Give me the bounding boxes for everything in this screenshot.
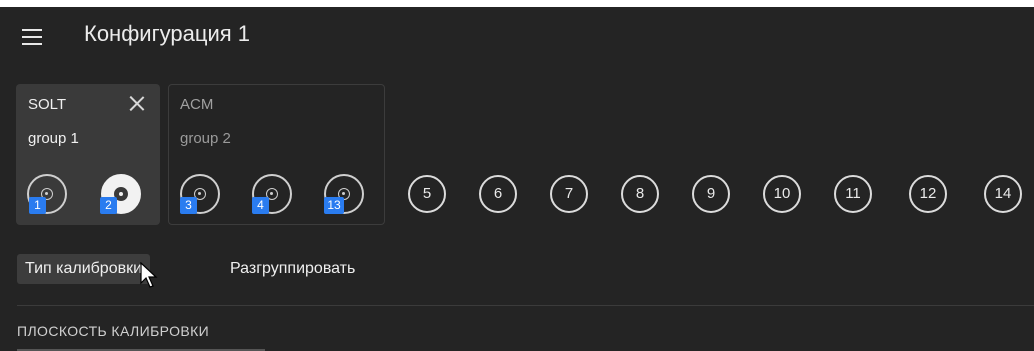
port-badge: 1 (29, 197, 46, 214)
ungroup-button[interactable]: Разгруппировать (222, 254, 363, 284)
group-type-label: ACM (180, 96, 214, 113)
group-type-label: SOLT (28, 96, 67, 113)
page-title: Конфигурация 1 (84, 21, 250, 46)
port-9-button[interactable]: 9 (692, 175, 730, 213)
app-window: Конфигурация 1 SOLT group 1 1 2 ACM grou… (0, 0, 1034, 351)
port-7-button[interactable]: 7 (550, 175, 588, 213)
port-1-button[interactable]: 1 (27, 174, 67, 214)
section-title: ПЛОСКОСТЬ КАЛИБРОВКИ (17, 323, 210, 339)
port-10-button[interactable]: 10 (763, 175, 801, 213)
port-3-button[interactable]: 3 (180, 174, 220, 214)
port-badge: 3 (180, 197, 197, 214)
port-6-button[interactable]: 6 (479, 175, 517, 213)
group-card-solt[interactable]: SOLT group 1 1 2 (16, 84, 160, 225)
mouse-cursor-icon (140, 262, 158, 288)
close-icon[interactable] (129, 95, 145, 111)
group-card-acm[interactable]: ACM group 2 3 4 13 (168, 84, 385, 225)
group-name-label: group 1 (28, 130, 79, 147)
port-4-button[interactable]: 4 (252, 174, 292, 214)
port-12-button[interactable]: 12 (909, 175, 947, 213)
port-badge: 13 (324, 197, 344, 214)
port-2-button[interactable]: 2 (100, 174, 141, 214)
port-13-button[interactable]: 13 (324, 174, 364, 214)
port-badge: 4 (252, 197, 269, 214)
port-badge: 2 (100, 197, 117, 214)
calibration-type-button[interactable]: Тип калибровки (17, 254, 151, 284)
header: Конфигурация 1 (0, 7, 1034, 69)
divider (17, 305, 1034, 306)
port-14-button[interactable]: 14 (984, 175, 1022, 213)
port-5-button[interactable]: 5 (408, 175, 446, 213)
group-name-label: group 2 (180, 130, 231, 147)
port-8-button[interactable]: 8 (621, 175, 659, 213)
port-11-button[interactable]: 11 (834, 175, 872, 213)
menu-icon[interactable] (22, 29, 44, 47)
